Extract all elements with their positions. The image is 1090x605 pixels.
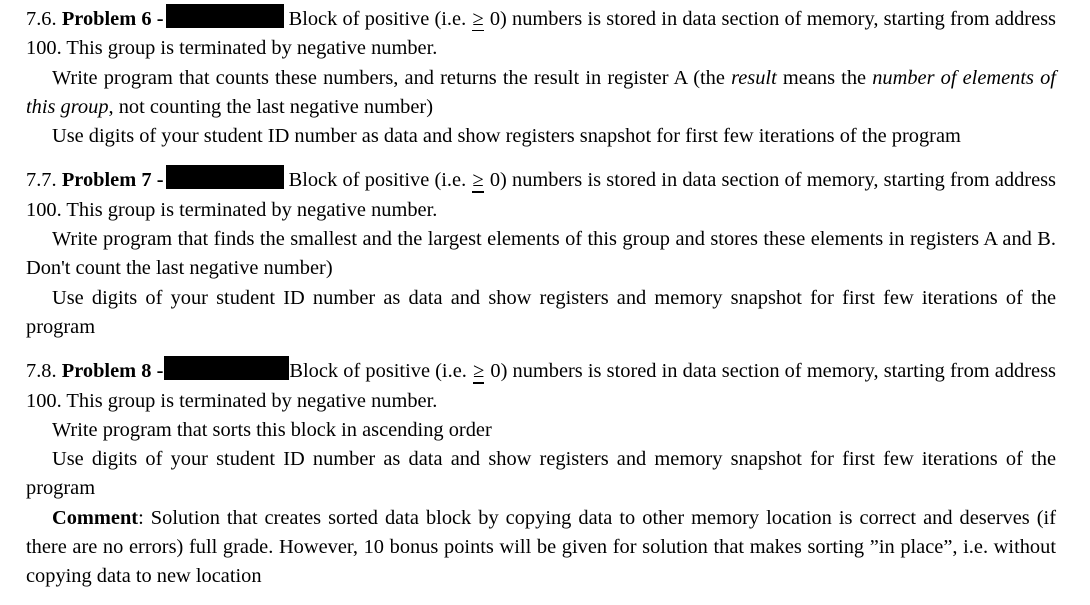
comment-text: Solution that creates sorted data block … xyxy=(26,506,1056,588)
problem-6-intro-a: Block of positive (i.e. xyxy=(288,8,467,30)
document-page: 7.6. Problem 6 - Block of positive (i.e. … xyxy=(0,0,1090,605)
redaction-bar-problem-7 xyxy=(165,165,284,190)
problem-7-body-paragraph-2: Use digits of your student ID number as … xyxy=(26,286,1056,338)
problem-6-emphasis-result: result xyxy=(731,66,777,89)
problem-6-body-paragraph-1: Write program that counts these numbers,… xyxy=(26,64,1056,123)
problem-6-number: 7.6. xyxy=(26,8,57,30)
problem-8-number: 7.8. xyxy=(26,360,57,383)
greater-or-equal-icon-7: ≥ xyxy=(471,166,484,195)
comment-separator: : xyxy=(138,506,144,529)
redaction-bar-problem-8 xyxy=(164,356,290,381)
problem-8-body-paragraph-2: Use digits of your student ID number as … xyxy=(26,448,1056,500)
problem-7-body-paragraph-1: Write program that finds the smallest an… xyxy=(26,228,1056,280)
problem-6-heading-paragraph: 7.6. Problem 6 - Block of positive (i.e. … xyxy=(26,4,1056,64)
problem-8-intro-a: Block of positive (i.e. xyxy=(289,360,467,383)
problem-section-7-8: 7.8. Problem 8 - Block of positive (i.e. … xyxy=(26,356,1056,591)
problem-6-body-1-a: Write program that counts these numbers,… xyxy=(52,66,725,89)
comment-label: Comment xyxy=(52,506,139,529)
problem-8-comment-paragraph: Comment: Solution that creates sorted da… xyxy=(26,504,1056,592)
problem-section-7-7: 7.7. Problem 7 - Block of positive (i.e. … xyxy=(26,165,1056,342)
problem-8-body-paragraph-1: Write program that sorts this block in a… xyxy=(52,418,492,441)
problem-7-intro-a: Block of positive (i.e. xyxy=(288,169,467,192)
greater-or-equal-icon-6: ≥ xyxy=(471,5,484,34)
redaction-bar-problem-6 xyxy=(165,4,284,28)
problem-6-body-1-c: , not counting the last negative number) xyxy=(108,95,433,118)
problem-6-title: Problem 6 - xyxy=(61,8,164,30)
greater-or-equal-icon-8: ≥ xyxy=(472,357,485,386)
problem-7-number: 7.7. xyxy=(26,169,57,192)
problem-6-body-1-b: means the xyxy=(782,66,867,89)
problem-8-title: Problem 8 - xyxy=(61,360,164,383)
problem-6-body-paragraph-2: Use digits of your student ID number as … xyxy=(52,125,961,148)
problem-section-7-6: 7.6. Problem 6 - Block of positive (i.e. … xyxy=(26,4,1056,151)
problem-7-heading-paragraph: 7.7. Problem 7 - Block of positive (i.e. … xyxy=(26,165,1056,225)
problem-8-heading-paragraph: 7.8. Problem 8 - Block of positive (i.e. … xyxy=(26,356,1056,416)
problem-7-title: Problem 7 - xyxy=(61,169,164,192)
